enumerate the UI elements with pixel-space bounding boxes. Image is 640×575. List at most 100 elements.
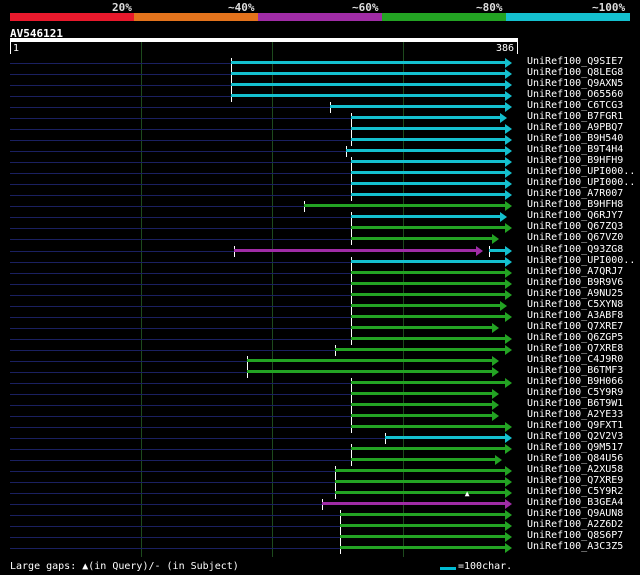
hit-label[interactable]: UniRef100_A9NU25 xyxy=(527,288,623,299)
hit-baseline xyxy=(10,184,351,186)
hit-label[interactable]: UniRef100_B9HFH9 xyxy=(527,155,623,166)
hit-label[interactable]: UniRef100_A3ABF8 xyxy=(527,310,623,321)
hit-end-arrow xyxy=(505,532,512,543)
hit-end-arrow xyxy=(505,543,512,554)
hit-label[interactable]: UniRef100_Q9M517 xyxy=(527,442,623,453)
hit-label[interactable]: UniRef100_A2YE33 xyxy=(527,409,623,420)
hit-label[interactable]: UniRef100_C5XYN8 xyxy=(527,299,623,310)
hit-baseline xyxy=(10,173,351,175)
hit-end-arrow xyxy=(505,311,512,322)
hit-end-arrow xyxy=(491,355,499,366)
hit-end-arrow xyxy=(505,135,512,146)
hit-label[interactable]: UniRef100_A2Z6D2 xyxy=(527,519,623,530)
hit-segment xyxy=(384,436,506,440)
hit-baseline xyxy=(10,272,351,274)
hit-baseline xyxy=(10,239,351,241)
hit-label[interactable]: UniRef100_Q9AXN5 xyxy=(527,78,623,89)
hit-label[interactable]: UniRef100_A9PBQ7 xyxy=(527,122,623,133)
hit-label[interactable]: UniRef100_Q7XRE7 xyxy=(527,321,623,332)
hit-baseline xyxy=(10,206,304,208)
hit-label[interactable]: UniRef100_O65560 xyxy=(527,89,623,100)
scale-segment-cyan xyxy=(506,13,630,21)
hit-label[interactable]: UniRef100_B3GEA4 xyxy=(527,497,623,508)
hit-segment xyxy=(350,270,506,274)
hit-end-arrow xyxy=(505,499,512,510)
hit-label[interactable]: UniRef100_Q6RJY7 xyxy=(527,210,623,221)
hit-baseline xyxy=(10,228,351,230)
hit-end-arrow xyxy=(505,69,512,80)
hit-label[interactable]: UniRef100_Q93ZG8 xyxy=(527,244,623,255)
hit-baseline xyxy=(10,349,336,351)
hit-segment xyxy=(246,358,493,362)
hit-baseline xyxy=(10,360,247,362)
hit-end-arrow xyxy=(505,245,512,256)
hit-label[interactable]: UniRef100_Q9AUN8 xyxy=(527,508,623,519)
hit-label[interactable]: UniRef100_C5Y9R9 xyxy=(527,387,623,398)
hit-end-arrow xyxy=(505,179,512,190)
hit-label[interactable]: UniRef100_Q67VZ0 xyxy=(527,232,623,243)
gap-legend: Large gaps: ▲(in Query)/- (in Subject) xyxy=(10,561,239,572)
hit-segment xyxy=(350,325,493,329)
hit-label[interactable]: UniRef100_Q7XRE8 xyxy=(527,343,623,354)
hit-row[interactable]: UniRef100_A3C3Z5 xyxy=(0,541,640,555)
hit-label[interactable]: UniRef100_Q84U56 xyxy=(527,453,623,464)
hit-label[interactable]: UniRef100_A2XU58 xyxy=(527,464,623,475)
hit-label[interactable]: UniRef100_Q2V2V3 xyxy=(527,431,623,442)
hit-end-arrow xyxy=(505,333,512,344)
hit-end-arrow xyxy=(499,113,507,124)
hit-segment xyxy=(335,491,506,495)
hit-segment xyxy=(350,116,501,120)
hit-label[interactable]: UniRef100_C5Y9R2 xyxy=(527,486,623,497)
hit-label[interactable]: UniRef100_B9T4H4 xyxy=(527,144,623,155)
hit-baseline xyxy=(10,426,351,428)
hit-label[interactable]: UniRef100_A7QRJ7 xyxy=(527,266,623,277)
hit-label[interactable]: UniRef100_A3C3Z5 xyxy=(527,541,623,552)
hit-end-arrow xyxy=(505,157,512,168)
hit-baseline xyxy=(10,250,234,252)
hit-label[interactable]: UniRef100_UPI000.. xyxy=(527,166,635,177)
hit-end-arrow xyxy=(476,245,484,256)
hit-baseline xyxy=(10,438,385,440)
hit-end-arrow xyxy=(505,190,512,201)
hit-end-arrow xyxy=(505,421,512,432)
hit-label[interactable]: UniRef100_C4J9R0 xyxy=(527,354,623,365)
hit-end-arrow xyxy=(491,366,499,377)
hit-label[interactable]: UniRef100_B9H540 xyxy=(527,133,623,144)
hit-label[interactable]: UniRef100_Q8S6P7 xyxy=(527,530,623,541)
hit-segment xyxy=(350,259,506,263)
hit-segment xyxy=(350,138,506,142)
query-bar xyxy=(10,38,518,42)
hit-label[interactable]: UniRef100_A7R007 xyxy=(527,188,623,199)
hit-segment xyxy=(350,127,506,131)
hit-label[interactable]: UniRef100_UPI000.. xyxy=(527,255,635,266)
hit-end-arrow xyxy=(505,488,512,499)
hit-baseline xyxy=(10,151,346,153)
hit-label[interactable]: UniRef100_B9H066 xyxy=(527,376,623,387)
hit-label[interactable]: UniRef100_B6T9W1 xyxy=(527,398,623,409)
hit-baseline xyxy=(10,471,336,473)
hit-end-arrow xyxy=(491,322,499,333)
hit-label[interactable]: UniRef100_B7FGR1 xyxy=(527,111,623,122)
hit-label[interactable]: UniRef100_Q7XRE9 xyxy=(527,475,623,486)
hit-label[interactable]: UniRef100_C6TCG3 xyxy=(527,100,623,111)
hit-end-arrow xyxy=(494,455,502,466)
hit-segment xyxy=(231,61,506,64)
hit-end-arrow xyxy=(499,212,507,223)
hit-end-arrow xyxy=(505,377,512,388)
hit-baseline xyxy=(10,74,232,76)
hit-label[interactable]: UniRef100_Q8LEG8 xyxy=(527,67,623,78)
hit-label[interactable]: UniRef100_Q9SIE7 xyxy=(527,56,623,67)
hit-label[interactable]: UniRef100_B9HFH8 xyxy=(527,199,623,210)
hit-end-arrow xyxy=(491,410,499,421)
hit-end-arrow xyxy=(505,80,512,91)
hit-label[interactable]: UniRef100_Q6ZGP5 xyxy=(527,332,623,343)
hit-label[interactable]: UniRef100_B9R9V6 xyxy=(527,277,623,288)
hit-label[interactable]: UniRef100_B6TMF3 xyxy=(527,365,623,376)
hit-segment xyxy=(350,193,506,197)
hit-label[interactable]: UniRef100_Q9FXT1 xyxy=(527,420,623,431)
hit-label[interactable]: UniRef100_UPI000.. xyxy=(527,177,635,188)
ruler-tick-start xyxy=(10,42,11,54)
hit-label[interactable]: UniRef100_Q67ZQ3 xyxy=(527,221,623,232)
hit-segment xyxy=(350,458,496,462)
hit-segment xyxy=(340,546,506,550)
